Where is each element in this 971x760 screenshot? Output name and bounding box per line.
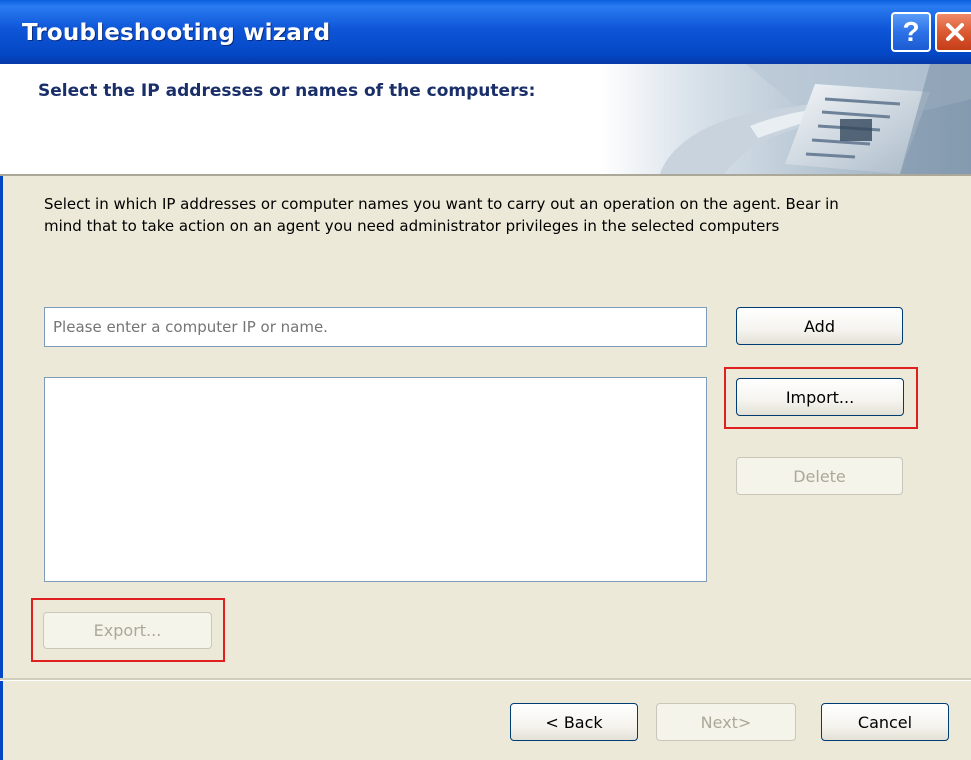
help-button[interactable]: ? bbox=[891, 12, 931, 52]
computer-ip-input[interactable] bbox=[44, 307, 707, 347]
header-illustration bbox=[600, 64, 971, 174]
next-button[interactable]: Next> bbox=[656, 703, 796, 741]
export-button[interactable]: Export... bbox=[43, 612, 212, 649]
close-button[interactable] bbox=[935, 12, 971, 52]
back-button[interactable]: < Back bbox=[510, 703, 638, 741]
wizard-header: Select the IP addresses or names of the … bbox=[0, 64, 971, 174]
title-bar[interactable]: Troubleshooting wizard ? bbox=[0, 0, 971, 64]
wizard-step-title: Select the IP addresses or names of the … bbox=[38, 81, 536, 101]
instructions-text: Select in which IP addresses or computer… bbox=[44, 195, 839, 235]
footer-separator-highlight bbox=[0, 680, 971, 681]
troubleshooting-wizard-window: Troubleshooting wizard ? Select the IP a… bbox=[0, 0, 971, 760]
add-button[interactable]: Add bbox=[736, 307, 903, 345]
delete-button[interactable]: Delete bbox=[736, 457, 903, 495]
window-title: Troubleshooting wizard bbox=[22, 20, 331, 46]
computer-list[interactable] bbox=[44, 377, 707, 582]
close-icon bbox=[946, 23, 964, 41]
cancel-button[interactable]: Cancel bbox=[821, 703, 949, 741]
import-button[interactable]: Import... bbox=[736, 378, 904, 416]
header-separator bbox=[0, 174, 971, 176]
help-icon: ? bbox=[902, 16, 920, 47]
